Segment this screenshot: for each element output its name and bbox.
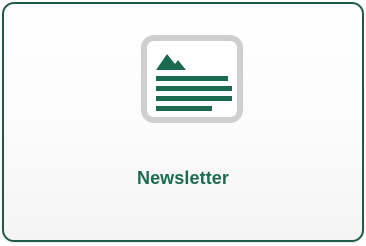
newsletter-icon [140,34,244,124]
card-label: Newsletter [136,168,230,188]
newsletter-card[interactable]: Newsletter [2,2,364,242]
